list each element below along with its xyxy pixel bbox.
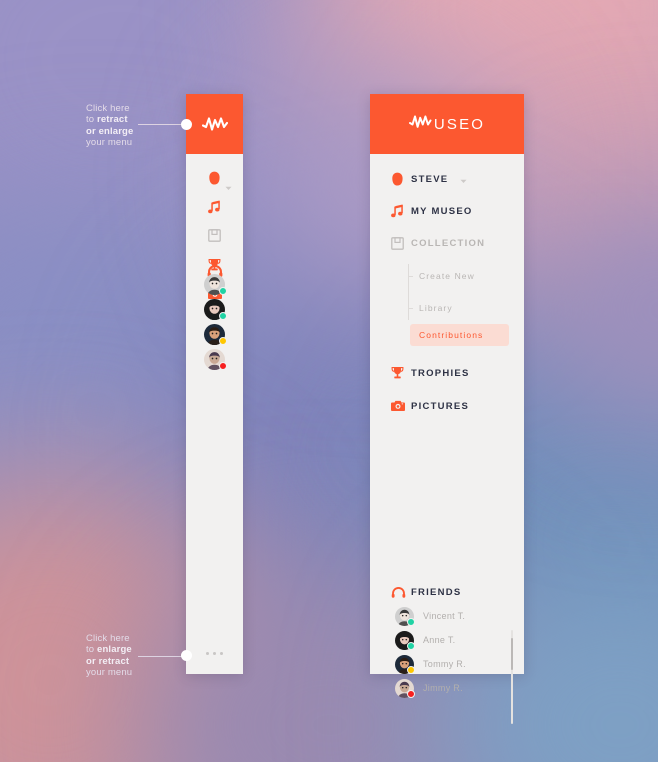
sub-item-create-new-label: Create New: [419, 271, 475, 281]
nav-item-my-museo-label: MY MUSEO: [411, 205, 473, 217]
brand-name: USEO: [433, 115, 486, 133]
mini-nav-collection[interactable]: [186, 227, 243, 249]
music-note-icon: [208, 200, 221, 219]
expanded-sidebar-header[interactable]: USEO: [370, 94, 524, 154]
annotation-bottom-line3: or retract: [86, 655, 130, 667]
nav-item-collection-label: COLLECTION: [411, 237, 486, 249]
profile-head-icon: [208, 171, 221, 190]
mini-friend-avatar[interactable]: [204, 274, 227, 295]
annotation-top-line3: or enlarge: [86, 125, 134, 137]
nav-item-pictures-label: PICTURES: [411, 400, 470, 412]
nav-item-steve-label: STEVE: [411, 173, 449, 185]
mini-nav-my-museo[interactable]: [186, 198, 243, 220]
friend-name: Vincent T.: [423, 611, 466, 621]
status-badge: [219, 287, 227, 295]
status-badge: [407, 689, 415, 698]
sub-item-library[interactable]: Library: [408, 292, 524, 324]
collection-save-icon: [208, 229, 221, 247]
nav-item-my-museo[interactable]: MY MUSEO: [370, 200, 524, 222]
sub-item-contributions[interactable]: Contributions: [410, 324, 509, 346]
status-badge: [407, 665, 415, 674]
collapse-toggle-handle[interactable]: [181, 118, 192, 130]
annotation-top-line1: Click here: [86, 103, 130, 114]
sub-item-create-new[interactable]: Create New: [408, 260, 524, 292]
annotation-bottom-line1: Click here: [86, 633, 130, 644]
friends-list-wrap: Vincent T. Anne T. Tommy R. Jimmy R.: [370, 604, 524, 724]
status-badge: [219, 337, 227, 345]
waveform-icon: [408, 115, 433, 133]
status-badge: [407, 641, 415, 650]
mini-friend-avatar[interactable]: [204, 324, 227, 345]
nav-item-steve[interactable]: STEVE: [370, 168, 524, 190]
avatar: [395, 678, 415, 698]
avatar: [395, 630, 415, 650]
friends-heading[interactable]: FRIENDS: [370, 580, 524, 604]
annotation-top-line4: your menu: [86, 136, 133, 148]
friend-name: Jimmy R.: [423, 683, 463, 693]
chevron-down-icon[interactable]: [460, 171, 467, 189]
mini-friends-avatars: [186, 274, 243, 374]
chevron-down-icon[interactable]: [225, 178, 232, 196]
headphones-icon: [391, 586, 406, 598]
friend-list-item[interactable]: Jimmy R.: [370, 676, 524, 700]
collection-save-icon: [391, 236, 406, 250]
mini-friend-avatar[interactable]: [204, 299, 227, 320]
collapsed-sidebar: [181, 94, 243, 674]
expand-toggle-handle[interactable]: [181, 650, 192, 661]
waveform-icon[interactable]: [201, 117, 228, 131]
chevron-down-icon: [225, 186, 232, 190]
camera-icon: [391, 400, 406, 412]
friend-list-item[interactable]: Anne T.: [370, 628, 524, 652]
music-note-icon: [391, 204, 406, 218]
status-badge: [407, 617, 415, 626]
collapsed-sidebar-body: [181, 154, 243, 674]
friend-list-item[interactable]: Tommy R.: [370, 652, 524, 676]
nav-item-trophies-label: TROPHIES: [411, 367, 470, 379]
brand-logo[interactable]: USEO: [408, 115, 486, 133]
mini-friend-avatar[interactable]: [204, 349, 227, 370]
expanded-sidebar: USEO STEVE MY MUSEO COLLECTION Create New L…: [370, 94, 524, 724]
friend-name: Tommy R.: [423, 659, 466, 669]
nav-item-trophies[interactable]: TROPHIES: [370, 362, 524, 384]
profile-head-icon: [391, 172, 406, 186]
trophy-icon: [391, 366, 406, 380]
annotation-bottom-line2: to enlarge: [86, 644, 132, 656]
sub-items-rail: [408, 264, 409, 320]
annotation-bottom: Click here to enlarge or retract your me…: [86, 633, 132, 678]
annotation-bottom-line4: your menu: [86, 666, 133, 678]
friends-heading-label: FRIENDS: [411, 586, 462, 598]
friends-scrollbar-thumb[interactable]: [511, 638, 513, 670]
ellipsis-icon[interactable]: [186, 642, 243, 660]
collapsed-sidebar-header: [181, 94, 243, 154]
nav-item-pictures[interactable]: PICTURES: [370, 395, 524, 417]
sub-item-contributions-label: Contributions: [419, 330, 484, 340]
sub-item-library-label: Library: [419, 303, 453, 313]
sidebar-nav: STEVE MY MUSEO COLLECTION Create New Librar…: [370, 154, 524, 724]
friends-scrollbar[interactable]: [511, 630, 513, 724]
annotation-top: Click here to retract or enlarge your me…: [86, 103, 133, 148]
mini-nav-steve[interactable]: [186, 169, 243, 191]
friends-section: FRIENDS Vincent T. Anne T. Tommy R. Jimmy R…: [370, 580, 524, 724]
friend-list-item[interactable]: Vincent T.: [370, 604, 524, 628]
friend-name: Anne T.: [423, 635, 456, 645]
avatar: [395, 606, 415, 626]
chevron-down-icon: [460, 179, 467, 183]
annotation-top-line2: to retract: [86, 114, 128, 126]
status-badge: [219, 362, 227, 370]
nav-item-collection[interactable]: COLLECTION: [370, 232, 524, 254]
collection-sub-items: Create New Library Contributions: [408, 260, 524, 346]
status-badge: [219, 312, 227, 320]
avatar: [395, 654, 415, 674]
